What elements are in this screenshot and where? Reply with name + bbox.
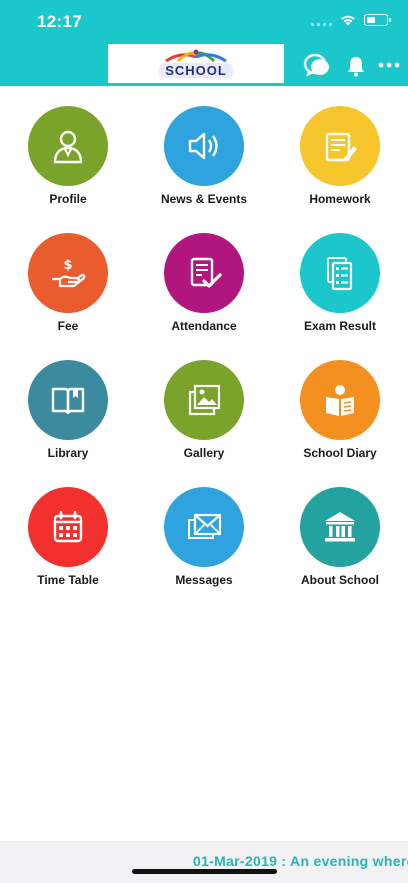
menu-label: Exam Result: [303, 319, 377, 333]
menu-circle: [300, 233, 380, 313]
menu-label: About School: [301, 573, 379, 587]
book-icon: [51, 387, 85, 415]
cellular-signal-icon: [311, 14, 332, 26]
menu-circle: $: [28, 233, 108, 313]
menu-label: School Diary: [303, 446, 377, 460]
menu-label: Attendance: [171, 319, 237, 333]
menu-label: Time Table: [37, 573, 99, 587]
menu-label: Homework: [309, 192, 371, 206]
menu-label: Gallery: [183, 446, 225, 460]
menu-tile-time-table[interactable]: Time Table: [0, 487, 136, 597]
menu-tile-gallery[interactable]: Gallery: [136, 360, 272, 470]
menu-circle: [28, 487, 108, 567]
menu-circle: [28, 360, 108, 440]
envelopes-icon: [188, 513, 222, 539]
report-icon: [327, 257, 353, 291]
reader-icon: [326, 385, 354, 416]
checklist-icon: [190, 257, 222, 288]
menu-label: Library: [47, 446, 89, 460]
home-indicator: [132, 869, 277, 874]
photos-icon: [188, 384, 221, 416]
news-ticker[interactable]: 01-Mar-2019 : An evening where: [0, 841, 408, 883]
chat-bubbles-icon[interactable]: [303, 53, 331, 79]
menu-label: Fee: [57, 319, 79, 333]
menu-circle: [300, 360, 380, 440]
menu-tile-exam-result[interactable]: Exam Result: [272, 233, 408, 343]
menu-circle: [164, 360, 244, 440]
menu-tile-library[interactable]: Library: [0, 360, 136, 470]
menu-circle: [28, 106, 108, 186]
menu-label: Profile: [49, 192, 87, 206]
status-bar: 12:17: [0, 0, 408, 44]
menu-label: News & Events: [160, 192, 248, 206]
menu-circle: [164, 106, 244, 186]
logo-text: SCHOOL: [159, 63, 233, 78]
school-logo: SCHOOL: [108, 44, 284, 83]
bank-icon: [325, 512, 355, 542]
person-icon: [53, 130, 83, 164]
menu-tile-school-diary[interactable]: School Diary: [272, 360, 408, 470]
menu-circle: [300, 106, 380, 186]
menu-label: Messages: [175, 573, 233, 587]
ticker-text: 01-Mar-2019 : An evening where: [193, 853, 408, 869]
menu-tile-messages[interactable]: Messages: [136, 487, 272, 597]
menu-tile-fee[interactable]: $ Fee: [0, 233, 136, 343]
notepad-pencil-icon: [325, 132, 357, 162]
more-icon[interactable]: [378, 62, 400, 68]
menu-tile-homework[interactable]: Homework: [272, 106, 408, 216]
app-header: SCHOOL: [0, 44, 408, 86]
menu-tile-profile[interactable]: Profile: [0, 106, 136, 216]
svg-text:$: $: [63, 258, 72, 273]
hand-money-icon: $: [52, 258, 86, 288]
status-time: 12:17: [37, 12, 82, 31]
menu-tile-news-events[interactable]: News & Events: [136, 106, 272, 216]
speaker-icon: [188, 132, 218, 160]
top-bar: 12:17 SCHOOL: [0, 0, 408, 86]
menu-circle: [164, 487, 244, 567]
menu-tile-attendance[interactable]: Attendance: [136, 233, 272, 343]
wifi-icon: [341, 15, 355, 26]
menu-circle: [300, 487, 380, 567]
bell-icon[interactable]: [345, 55, 367, 77]
battery-icon: [364, 14, 391, 26]
calendar-icon: [53, 510, 83, 543]
logo-figures-icon: [165, 49, 227, 63]
menu-circle: [164, 233, 244, 313]
menu-tile-about-school[interactable]: About School: [272, 487, 408, 597]
